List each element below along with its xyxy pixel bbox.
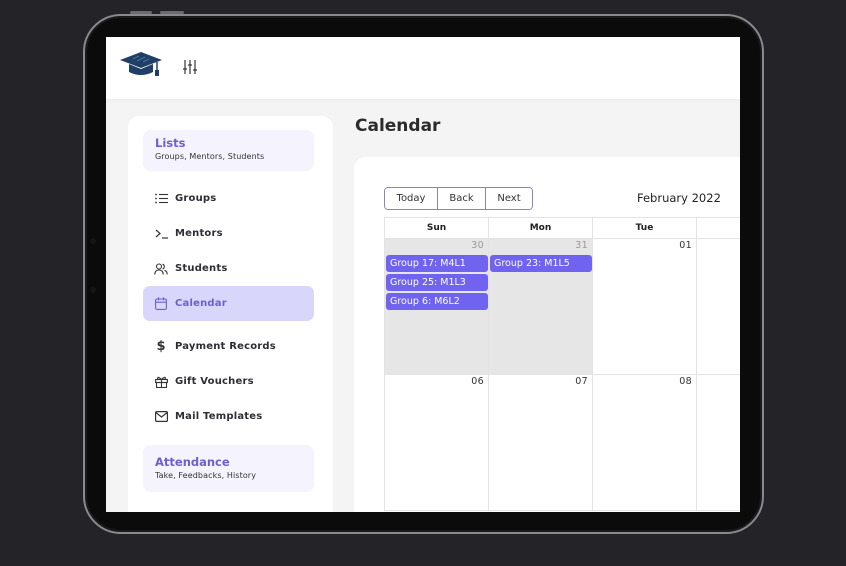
month-grid: Sun Mon Tue W 30 Group 17: M4L1 Group 25… [384,217,740,511]
sidebar-section-attendance[interactable]: Attendance Take, Feedbacks, History [143,445,314,492]
calendar-event[interactable]: Group 23: M1L5 [490,255,592,272]
graduation-cap-icon[interactable] [119,51,163,77]
calendar-nav-buttons: Today Back Next [384,187,533,210]
month-label: February 2022 [637,191,721,205]
sidebar-item-groups[interactable]: Groups [143,181,314,216]
tablet-camera-dot [90,238,96,244]
day-number: 30 [471,240,484,251]
next-button[interactable]: Next [486,188,532,209]
day-cell[interactable]: 08 [592,375,696,510]
sidebar-item-mail-templates[interactable]: Mail Templates [143,399,314,434]
calendar-card: Today Back Next February 2022 Sun Mon Tu… [354,157,740,512]
dollar-icon: $ [156,339,166,354]
sidebar-item-label: Students [175,263,228,274]
sidebar-item-label: Calendar [175,298,227,309]
day-cell[interactable]: 31 Group 23: M1L5 [488,239,592,374]
sidebar-item-payment-records[interactable]: $ Payment Records [143,329,314,364]
terminal-icon [154,227,168,241]
sliders-icon[interactable] [182,59,198,75]
day-cell[interactable] [696,239,740,374]
back-button[interactable]: Back [438,188,486,209]
day-number: 06 [471,376,484,387]
users-icon [154,262,168,276]
calendar-icon [154,297,168,311]
page-title: Calendar [355,116,441,136]
day-number: 01 [679,240,692,251]
calendar-event[interactable]: Group 25: M1L3 [386,274,488,291]
day-number: 08 [679,376,692,387]
sidebar-item-label: Groups [175,193,217,204]
day-number: 31 [575,240,588,251]
calendar-event[interactable]: Group 17: M4L1 [386,255,488,272]
day-number: 07 [575,376,588,387]
sidebar-item-label: Mentors [175,228,223,239]
week-row: 06 07 08 [384,375,740,511]
sidebar: Lists Groups, Mentors, Students Groups M… [128,116,333,512]
mail-icon [154,410,168,424]
top-bar [106,37,740,99]
weekday-header: Sun Mon Tue W [384,217,740,239]
weekday-header-cell: Tue [592,218,696,238]
weekday-header-cell: Sun [384,218,488,238]
sidebar-item-students[interactable]: Students [143,251,314,286]
day-cell[interactable]: 07 [488,375,592,510]
sidebar-item-gift-vouchers[interactable]: Gift Vouchers [143,364,314,399]
calendar-event[interactable]: Group 6: M6L2 [386,293,488,310]
section-title: Lists [155,136,186,150]
app-screen: Lists Groups, Mentors, Students Groups M… [106,37,740,512]
weekday-header-cell: W [696,218,740,238]
sidebar-section-lists[interactable]: Lists Groups, Mentors, Students [143,130,314,171]
day-cell[interactable]: 30 Group 17: M4L1 Group 25: M1L3 Group 6… [384,239,488,374]
day-cell[interactable] [696,375,740,510]
sidebar-item-label: Payment Records [175,341,276,352]
sidebar-item-label: Mail Templates [175,411,263,422]
today-button[interactable]: Today [385,188,438,209]
sidebar-item-label: Gift Vouchers [175,376,254,387]
day-cell[interactable]: 06 [384,375,488,510]
weekday-header-cell: Mon [488,218,592,238]
tablet-volume-button [130,11,152,14]
section-subtitle: Take, Feedbacks, History [155,471,257,480]
sidebar-item-calendar[interactable]: Calendar [143,286,314,321]
tablet-power-button [160,11,184,14]
section-title: Attendance [155,455,230,469]
gift-icon [154,375,168,389]
section-subtitle: Groups, Mentors, Students [155,152,265,161]
tablet-sensor-dot [90,287,96,293]
list-icon [154,192,168,206]
sidebar-item-mentors[interactable]: Mentors [143,216,314,251]
day-cell[interactable]: 01 [592,239,696,374]
week-row: 30 Group 17: M4L1 Group 25: M1L3 Group 6… [384,239,740,375]
